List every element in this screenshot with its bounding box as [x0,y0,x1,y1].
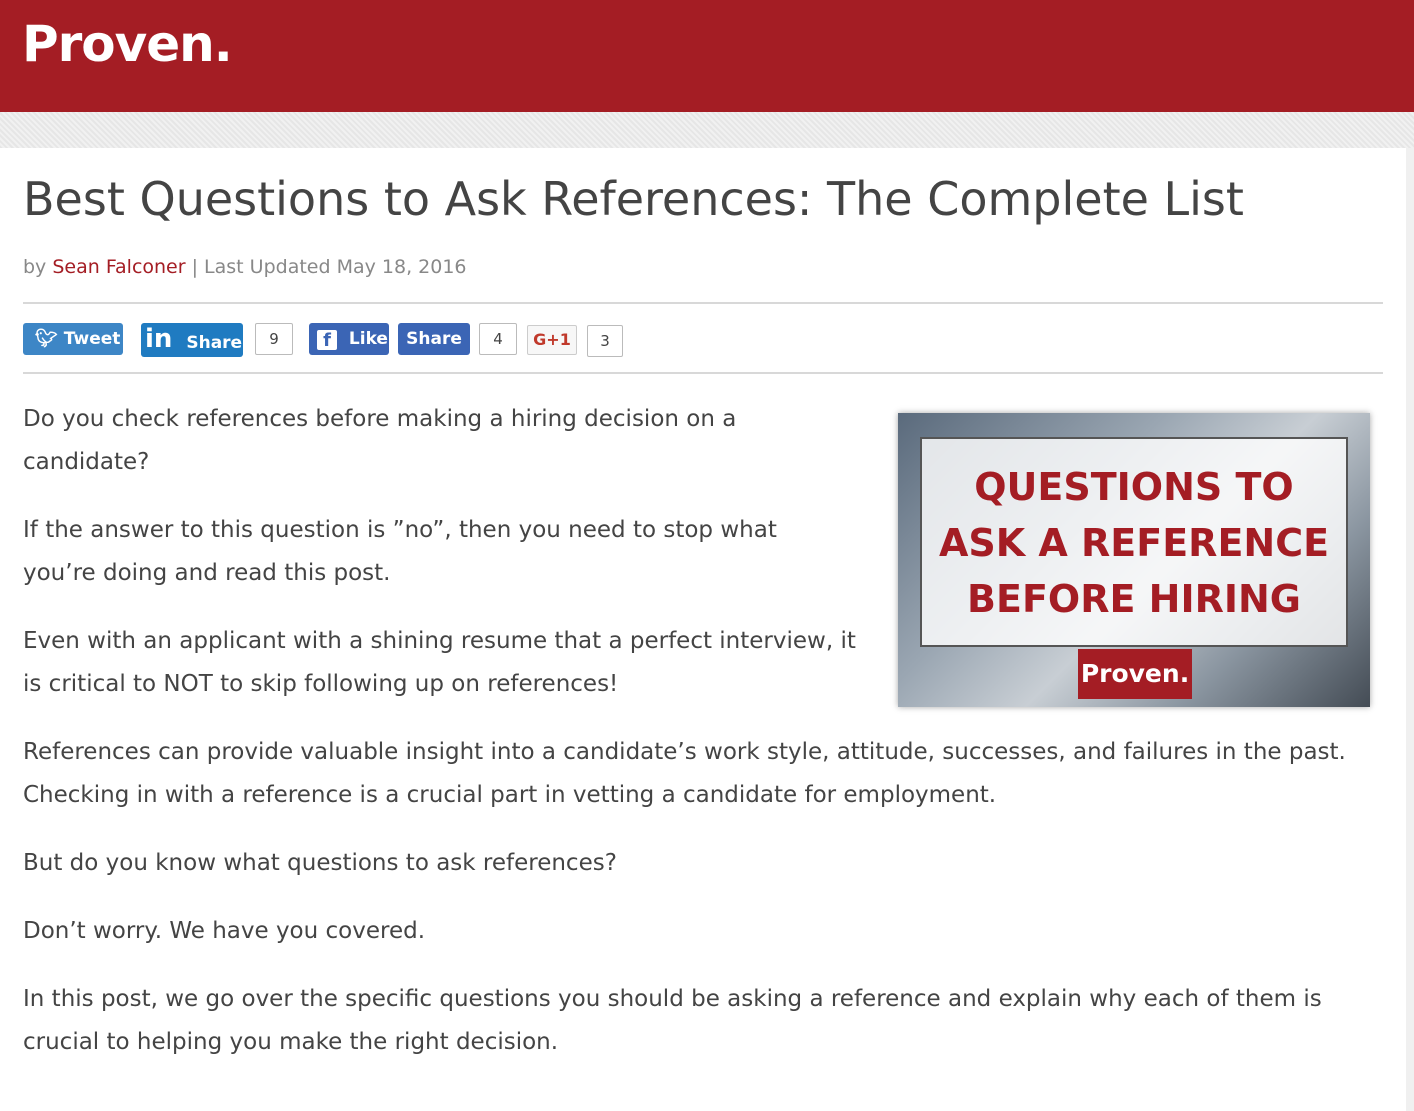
proven-logo[interactable]: Proven. [22,14,233,74]
divider-top [23,302,1383,304]
facebook-like-button[interactable]: f Like [309,323,389,355]
facebook-like-label: Like [348,329,388,349]
article-byline: by Sean Falconer | Last Updated May 18, … [23,256,467,278]
byline-separator: | [185,256,205,278]
article-title: Best Questions to Ask References: The Co… [23,172,1244,226]
facebook-share-label: Share [406,329,462,349]
site-header: Proven. [0,0,1414,112]
google-plus-count: 3 [587,325,623,357]
scrollbar-track[interactable] [1406,148,1414,1111]
linkedin-share-count: 9 [255,323,293,355]
author-link[interactable]: Sean Falconer [52,256,185,278]
article-paragraph: Don’t worry. We have you covered. [23,918,426,944]
twitter-bird-icon: 🐦︎ [35,328,58,349]
linkedin-icon: in [145,324,173,354]
article-paragraph: If the answer to this question is ”no”, … [23,517,777,586]
tweet-button[interactable]: 🐦︎ Tweet [23,323,123,355]
linkedin-share-button[interactable]: in Share [141,323,243,357]
linkedin-share-label: Share [186,333,243,353]
article-paragraph: In this post, we go over the specific qu… [23,986,1322,1055]
facebook-share-button[interactable]: Share [398,323,470,355]
last-updated: Last Updated May 18, 2016 [204,256,467,278]
header-pattern-strip [0,112,1414,148]
divider-bottom [23,372,1383,374]
article-paragraph: But do you know what questions to ask re… [23,850,617,876]
article-paragraph: Do you check references before making a … [23,406,737,475]
article-container: Best Questions to Ask References: The Co… [0,148,1406,1111]
facebook-icon: f [317,330,337,351]
article-body: Do you check references before making a … [23,398,1368,1089]
article-paragraph: Even with an applicant with a shining re… [23,628,856,697]
facebook-share-count: 4 [479,323,517,355]
tweet-label: Tweet [63,329,121,349]
byline-by: by [23,256,53,278]
google-plus-button[interactable]: G+1 [527,325,577,355]
article-paragraph: References can provide valuable insight … [23,739,1346,808]
